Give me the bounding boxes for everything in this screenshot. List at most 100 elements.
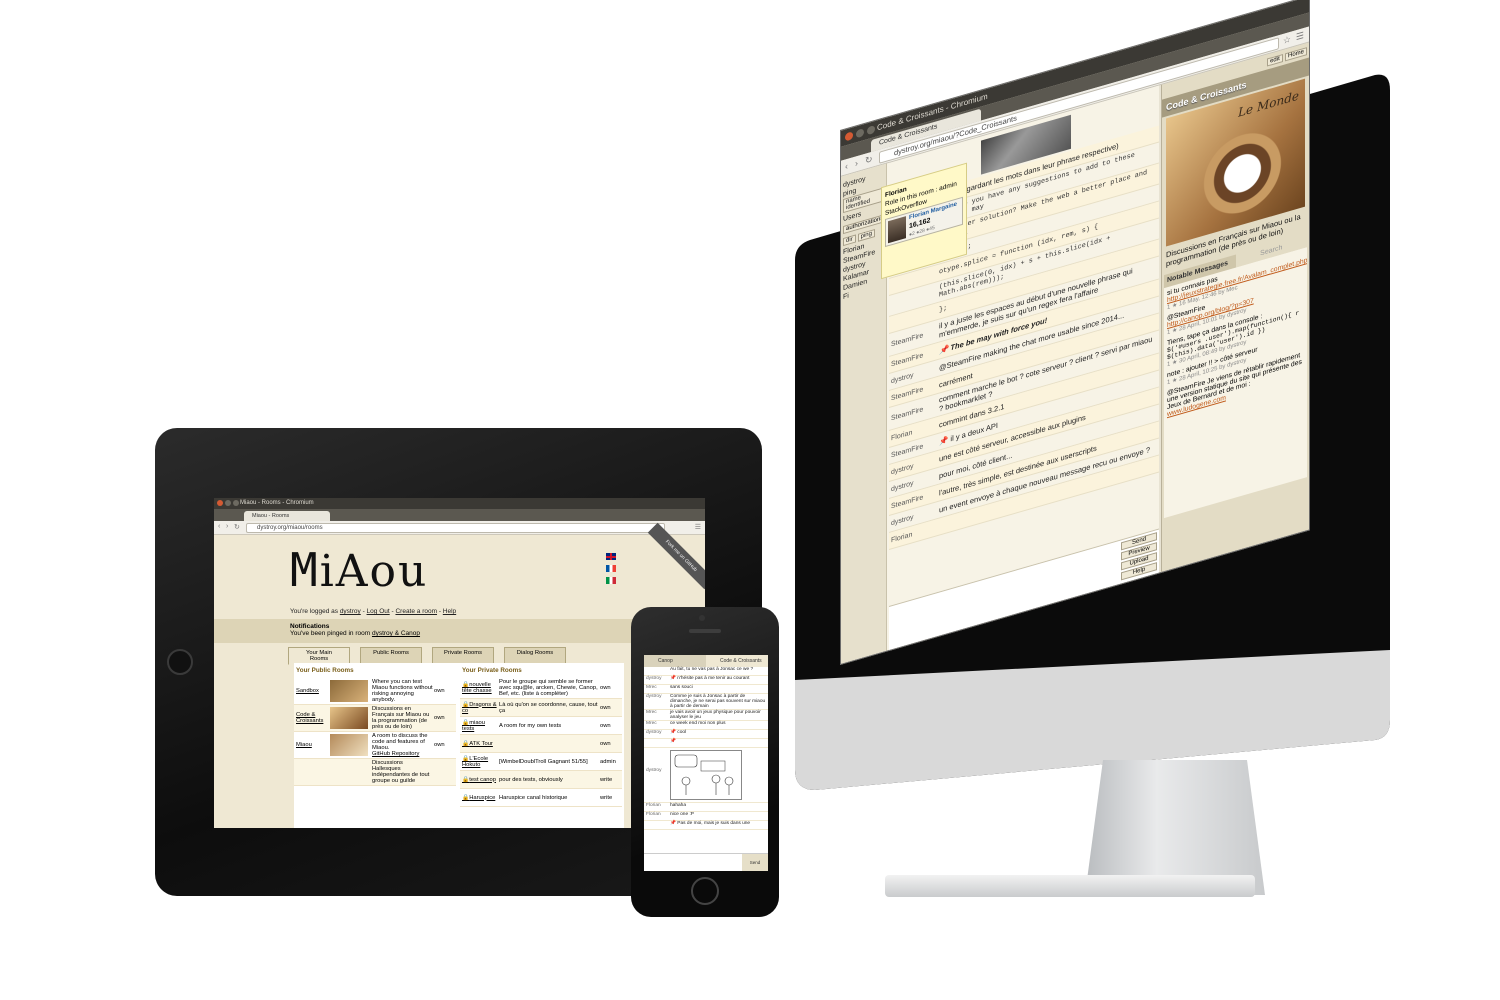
- room-row: Discussions Hallesques indépendantes de …: [294, 759, 456, 786]
- room-thumbnail: [330, 734, 368, 756]
- room-name-link[interactable]: 🔒test canop: [460, 777, 498, 783]
- private-rooms-column: Your Private Rooms 🔒nouvelle tête chasse…: [460, 663, 622, 807]
- message-author[interactable]: Florian: [644, 812, 670, 820]
- phone-chat-input[interactable]: Send: [644, 853, 768, 871]
- room-description: A room to discuss the code and features …: [371, 732, 434, 758]
- back-icon[interactable]: ‹: [218, 523, 220, 530]
- notification-room-link[interactable]: dystroy & Canop: [372, 630, 420, 637]
- france-flag-icon[interactable]: [606, 565, 616, 572]
- cat-logo-icon: M: [290, 543, 320, 597]
- create-room-link[interactable]: Create a room: [395, 608, 437, 615]
- message-author[interactable]: Florian: [644, 803, 670, 811]
- chat-message: Mrec ce week end moi non plus: [644, 721, 768, 730]
- message-text: je vais avoir un jeux physique pour pouv…: [670, 710, 761, 720]
- message-text: 📌 cool: [670, 730, 687, 735]
- chat-message: Au fait, tu ne vas pas à Jonsac ce we ?: [644, 667, 768, 676]
- message-text: Au fait, tu ne vas pas à Jonsac ce we ?: [670, 667, 754, 672]
- room-name-link[interactable]: Miaou: [294, 742, 330, 748]
- room-description: Haruspice canal historique: [499, 794, 568, 801]
- message-text: ce week end moi non plus: [670, 721, 726, 726]
- public-rooms-column: Your Public Rooms Sandbox Where you can t…: [294, 663, 456, 786]
- window-controls[interactable]: [217, 500, 239, 506]
- message-author[interactable]: Mrec: [644, 721, 670, 729]
- chat-message: Florian hahaha: [644, 803, 768, 812]
- room-row: 🔒ATK Tour own: [460, 735, 622, 753]
- iphone-home-button[interactable]: [691, 877, 719, 905]
- message-author[interactable]: dystroy: [644, 676, 670, 684]
- help-link[interactable]: Help: [443, 608, 456, 615]
- logout-link[interactable]: Log Out: [367, 608, 390, 615]
- message-author[interactable]: dystroy: [644, 694, 670, 709]
- tablet-window-title: Miaou - Rooms - Chromium: [240, 500, 314, 506]
- room-row: 🔒Haruspice Haruspice canal historique writ…: [460, 789, 622, 807]
- message-author[interactable]: [644, 667, 670, 675]
- room-description: [WimbelDoublTroll Gagnant 51/55]: [499, 758, 588, 765]
- room-auth: own: [600, 704, 611, 711]
- room-name-link[interactable]: 🔒ATK Tour: [460, 741, 498, 747]
- italy-flag-icon[interactable]: [606, 577, 616, 584]
- reload-icon[interactable]: ↻: [865, 154, 873, 167]
- message-author[interactable]: Mrec: [644, 685, 670, 693]
- chat-message: Mrec sans souci: [644, 685, 768, 694]
- forward-icon[interactable]: ›: [855, 158, 858, 169]
- phone-messages: Au fait, tu ne vas pas à Jonsac ce we ? d…: [644, 667, 768, 830]
- room-row: 🔒nouvelle tête chasse Pour le groupe qui …: [460, 678, 622, 699]
- chat-message: Florian nice one :P: [644, 812, 768, 821]
- message-author[interactable]: dystroy: [644, 730, 670, 738]
- message-author[interactable]: [889, 293, 935, 306]
- room-description: A room for my own tests: [499, 722, 562, 729]
- menu-icon[interactable]: ☰: [695, 523, 701, 531]
- room-name-link[interactable]: 🔒Haruspice: [460, 795, 498, 801]
- chat-message: 📌 Pas de moi, mais je suis dans une: [644, 821, 768, 830]
- dir-button[interactable]: dir: [843, 234, 856, 247]
- room-name-link[interactable]: 🔒miaou tests: [460, 720, 498, 732]
- room-auth: own: [434, 715, 445, 721]
- room-description: pour des tests, obviously: [499, 776, 563, 783]
- tab-canop[interactable]: Canop: [644, 655, 706, 667]
- phone-chat-screen: Canop Code & Croissants Au fait, tu ne v…: [644, 655, 768, 871]
- tablet-url-field[interactable]: dystroy.org/miaou/rooms: [246, 523, 665, 533]
- user-link[interactable]: dystroy: [340, 608, 361, 615]
- room-row: 🔒Dragons & co Là où qu'on se coordonne, c…: [460, 699, 622, 717]
- ipad-home-button[interactable]: [167, 649, 193, 675]
- message-author[interactable]: dystroy: [644, 748, 670, 802]
- comic-image: [670, 750, 742, 800]
- room-name-link[interactable]: 🔒Dragons & co: [460, 702, 498, 714]
- room-name-link[interactable]: 🔒nouvelle tête chasse: [460, 682, 498, 694]
- tablet-tab[interactable]: Miaou - Rooms: [244, 511, 330, 521]
- speaker: [689, 629, 721, 633]
- phone-room-tabs: Canop Code & Croissants: [644, 655, 768, 667]
- uk-flag-icon[interactable]: [606, 553, 616, 560]
- tab-code-croissants[interactable]: Code & Croissants: [706, 655, 768, 667]
- room-row: Sandbox Where you can test Miaou function…: [294, 678, 456, 705]
- forward-icon[interactable]: ›: [226, 523, 228, 530]
- private-rooms-header: Your Private Rooms: [462, 667, 522, 674]
- room-row: Miaou A room to discuss the code and feat…: [294, 732, 456, 759]
- chat-messages: (tout en gardant les mots dans leur phra…: [889, 86, 1159, 606]
- message-author[interactable]: Mrec: [644, 710, 670, 720]
- tablet-window-titlebar: Miaou - Rooms - Chromium: [214, 498, 705, 509]
- room-name-link[interactable]: 🔒L'Ecole Hokuto: [460, 756, 498, 768]
- reload-icon[interactable]: ↻: [234, 523, 240, 531]
- github-repo-link[interactable]: GitHub Repository: [372, 751, 433, 757]
- room-sidebar: edit Home Code & Croissants Le Monde Dis…: [1161, 42, 1309, 572]
- menu-icon[interactable]: ☰: [1296, 30, 1304, 43]
- back-icon[interactable]: ‹: [845, 161, 848, 172]
- bookmark-star-icon[interactable]: ☆: [1283, 34, 1291, 47]
- chat-panel: dystroy ping name identified Users autho…: [841, 85, 1159, 664]
- room-auth: own: [434, 742, 445, 748]
- message-text: nice one :P: [670, 812, 695, 817]
- room-thumbnail: [330, 761, 368, 783]
- chat-message: Mrec je vais avoir un jeux physique pour …: [644, 710, 768, 721]
- room-name-link[interactable]: Code & Croissants: [294, 712, 330, 724]
- send-button[interactable]: Send: [742, 854, 768, 871]
- tablet-tabstrip: Miaou - Rooms: [214, 509, 705, 521]
- chat-message: dystroy: [644, 748, 768, 803]
- message-author[interactable]: [644, 821, 670, 829]
- message-author[interactable]: [644, 739, 670, 747]
- room-description: Discussions Hallesques indépendantes de …: [372, 760, 430, 784]
- room-name-link[interactable]: Sandbox: [294, 688, 330, 694]
- chat-message: 📌: [644, 739, 768, 748]
- login-line: You're logged as dystroy - Log Out - Cre…: [290, 608, 457, 615]
- language-flags: [606, 553, 616, 589]
